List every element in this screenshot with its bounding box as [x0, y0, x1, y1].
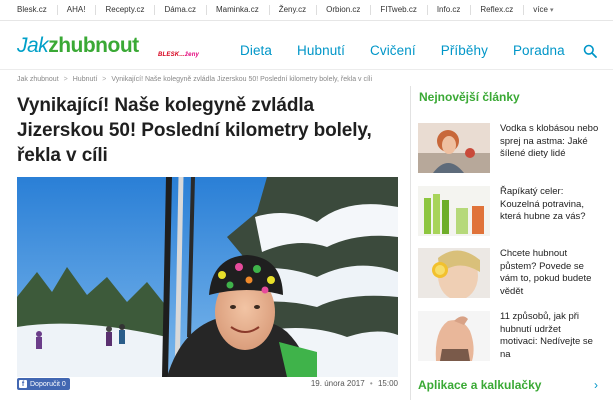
- breadcrumb-current: Vynikající! Naše kolegyně zvládla Jizers…: [111, 76, 373, 83]
- apps-calculators-link[interactable]: Aplikace a kalkulačky ›: [418, 378, 598, 392]
- article-hero-image[interactable]: [17, 177, 398, 377]
- network-link-info[interactable]: Info.cz: [428, 5, 472, 15]
- site-logo[interactable]: Jakzhubnout: [17, 34, 139, 58]
- news-title[interactable]: Vodka s klobásou nebo sprej na astma: Ja…: [500, 123, 600, 161]
- network-more-dropdown[interactable]: více: [524, 5, 563, 16]
- main-nav: Dieta Hubnutí Cvičení Příběhy Poradna: [240, 43, 565, 58]
- nav-cviceni[interactable]: Cvičení: [370, 43, 416, 58]
- news-item[interactable]: Řapíkatý celer: Kouzelná potravina, kter…: [418, 186, 608, 238]
- breadcrumb-separator: >: [63, 76, 68, 83]
- site-header: Jakzhubnout BLESK...ženy Dieta Hubnutí C…: [0, 22, 613, 70]
- breadcrumb: Jak zhubnout > Hubnutí > Vynikající! Naše ko…: [17, 76, 372, 83]
- apps-calculators-label: Aplikace a kalkulačky: [418, 378, 542, 392]
- chevron-right-icon: ›: [594, 378, 598, 392]
- news-title[interactable]: Řapíkatý celer: Kouzelná potravina, kter…: [500, 186, 600, 224]
- breadcrumb-home[interactable]: Jak zhubnout: [17, 76, 59, 83]
- news-title[interactable]: 11 způsobů, jak při hubnutí udržet motiv…: [500, 311, 600, 361]
- network-link-reflex[interactable]: Reflex.cz: [471, 5, 525, 15]
- news-item[interactable]: Chcete hubnout půstem? Povede se vám to,…: [418, 248, 608, 300]
- network-link-orbion[interactable]: Orbion.cz: [317, 5, 372, 15]
- logo-text-zhubnout: zhubnout: [48, 34, 139, 57]
- network-bar: Blesk.cz AHA! Recepty.cz Dáma.cz Maminka…: [0, 0, 613, 21]
- publish-date: 19. února 2017: [310, 379, 365, 388]
- publish-datetime: 19. února 2017 • 15:00: [311, 379, 398, 388]
- network-link-maminka[interactable]: Maminka.cz: [207, 5, 270, 15]
- nav-dieta[interactable]: Dieta: [240, 43, 272, 58]
- nav-pribehy[interactable]: Příběhy: [441, 43, 488, 58]
- network-link-aha[interactable]: AHA!: [58, 5, 97, 15]
- sidebar-heading[interactable]: Nejnovější články: [410, 86, 610, 106]
- news-thumbnail[interactable]: [418, 311, 490, 361]
- hero-photo: [17, 177, 398, 377]
- search-icon[interactable]: [583, 44, 597, 58]
- news-title[interactable]: Chcete hubnout půstem? Povede se vám to,…: [500, 248, 600, 298]
- publish-time: 15:00: [377, 379, 398, 388]
- sidebar: Nejnovější články: [410, 86, 610, 106]
- article-title: Vynikající! Naše kolegyně zvládla Jizers…: [17, 95, 372, 166]
- nav-hubnuti[interactable]: Hubnutí: [297, 43, 345, 58]
- breadcrumb-separator: >: [102, 76, 107, 83]
- network-link-blesk[interactable]: Blesk.cz: [8, 5, 58, 15]
- news-thumbnail[interactable]: [418, 186, 490, 236]
- news-item[interactable]: 11 způsobů, jak při hubnutí udržet motiv…: [418, 311, 608, 363]
- breadcrumb-section[interactable]: Hubnutí: [73, 76, 98, 83]
- network-link-dama[interactable]: Dáma.cz: [155, 5, 208, 15]
- network-link-fitweb[interactable]: FITweb.cz: [371, 5, 428, 15]
- nav-poradna[interactable]: Poradna: [513, 43, 565, 58]
- partner-blesk: BLESK: [158, 52, 180, 58]
- network-link-zeny[interactable]: Ženy.cz: [270, 5, 318, 15]
- article-meta: f Doporučit 0 19. února 2017 • 15:00: [17, 377, 398, 394]
- news-item[interactable]: Vodka s klobásou nebo sprej na astma: Ja…: [418, 123, 608, 175]
- meta-separator: •: [369, 379, 373, 388]
- partner-zeny: ženy: [184, 52, 200, 58]
- facebook-recommend-label: Doporučit 0: [30, 380, 66, 388]
- news-thumbnail[interactable]: [418, 123, 490, 173]
- partner-logo[interactable]: BLESK...ženy: [158, 52, 199, 58]
- facebook-icon: f: [19, 380, 27, 388]
- facebook-recommend-button[interactable]: f Doporučit 0: [17, 378, 70, 390]
- logo-text-jak: Jak: [17, 34, 49, 57]
- sidebar-divider: [410, 86, 411, 400]
- network-link-recepty[interactable]: Recepty.cz: [96, 5, 156, 15]
- news-thumbnail[interactable]: [418, 248, 490, 298]
